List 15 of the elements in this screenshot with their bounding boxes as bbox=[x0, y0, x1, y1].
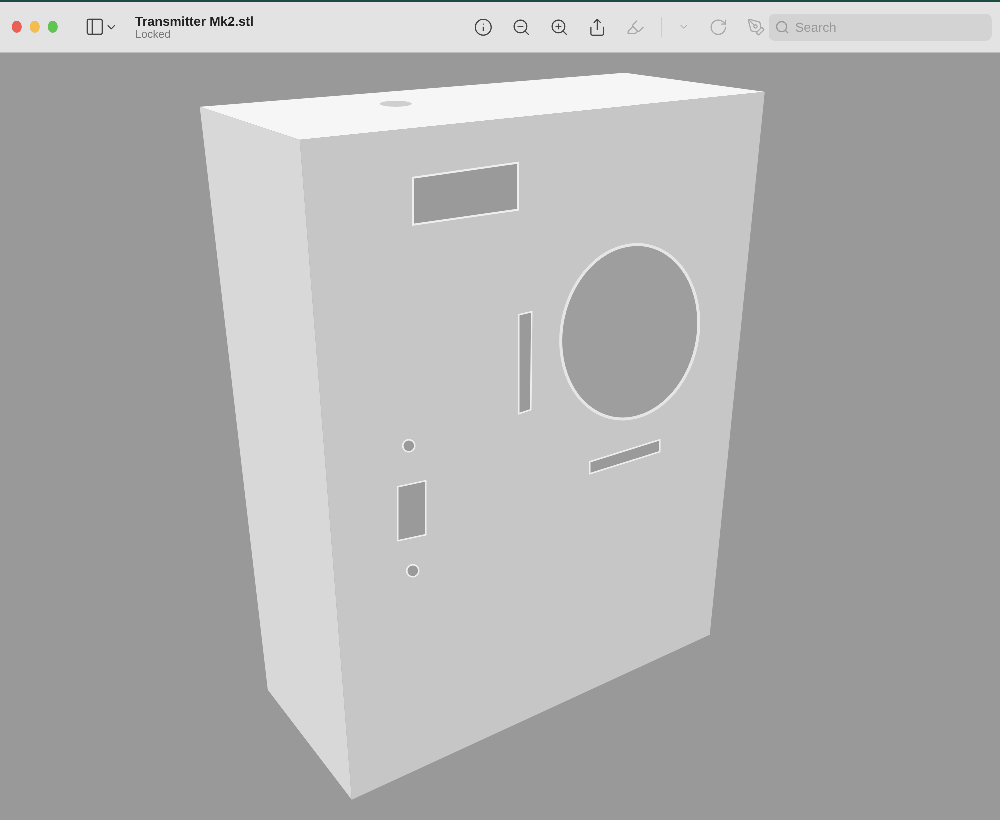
window-title: Transmitter Mk2.stl bbox=[135, 14, 255, 28]
zoom-window-icon[interactable] bbox=[48, 21, 58, 33]
rotate-icon bbox=[709, 18, 728, 36]
info-icon bbox=[474, 18, 494, 36]
close-icon[interactable] bbox=[12, 21, 22, 33]
pencil-icon bbox=[626, 18, 646, 36]
share-icon bbox=[588, 18, 608, 36]
search-icon bbox=[775, 20, 790, 34]
minimize-icon[interactable] bbox=[30, 21, 40, 33]
search-field[interactable]: Search bbox=[769, 14, 992, 40]
window-subtitle: Locked bbox=[135, 28, 172, 40]
zoom-out-icon bbox=[512, 18, 532, 36]
pen-nib-icon bbox=[747, 18, 766, 36]
sidebar-icon bbox=[85, 17, 106, 37]
zoom-in-icon bbox=[550, 18, 570, 36]
